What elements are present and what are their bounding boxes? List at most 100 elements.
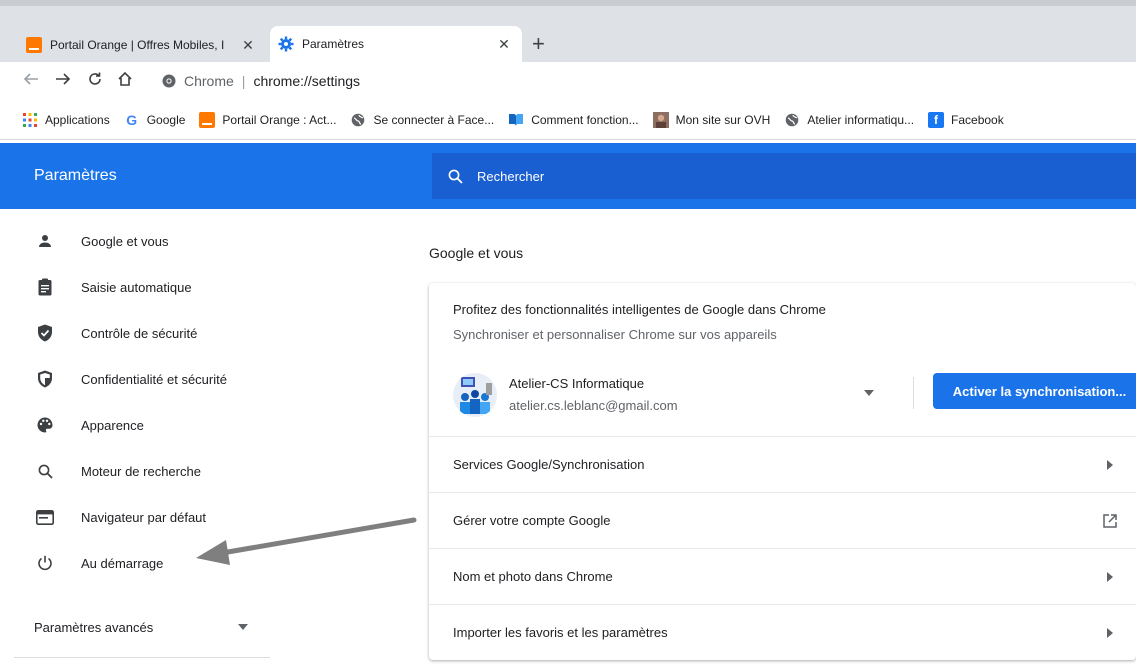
url-separator: | — [241, 73, 246, 89]
book-icon — [508, 112, 524, 128]
activate-sync-button[interactable]: Activer la synchronisation... — [933, 373, 1136, 409]
bookmark-google[interactable]: G Google — [124, 112, 186, 128]
sidebar-item-label: Confidentialité et sécurité — [81, 371, 227, 387]
bookmark-atelier-informatique[interactable]: Atelier informatiqu... — [784, 112, 914, 128]
bookmarks-bar: Applications G Google Portail Orange : A… — [0, 100, 1136, 140]
bookmark-label: Google — [146, 112, 186, 127]
site-label: Chrome — [184, 73, 234, 89]
advanced-label: Paramètres avancés — [34, 619, 154, 635]
sidebar-item-label: Au démarrage — [81, 555, 164, 571]
bookmark-label: Mon site sur OVH — [675, 112, 771, 127]
apps-grid-icon — [22, 112, 38, 128]
gear-icon — [278, 36, 294, 52]
row-gerer-compte[interactable]: Gérer votre compte Google — [429, 492, 1136, 548]
sidebar-item-navigateur-defaut[interactable]: Navigateur par défaut — [0, 494, 380, 540]
chrome-icon — [162, 74, 176, 88]
forward-button[interactable] — [52, 70, 74, 92]
bookmark-label: Facebook — [951, 112, 1004, 127]
sidebar-item-label: Apparence — [81, 417, 144, 433]
sync-promo-subtitle: Synchroniser et personnaliser Chrome sur… — [453, 327, 777, 342]
section-title: Google et vous — [429, 245, 524, 261]
account-row: Atelier-CS Informatique atelier.cs.lebla… — [453, 373, 1136, 427]
sidebar-item-moteur-recherche[interactable]: Moteur de recherche — [0, 448, 380, 494]
settings-header: Paramètres — [0, 143, 432, 209]
window-top-edge — [0, 0, 1136, 6]
advanced-settings-toggle[interactable]: Paramètres avancés — [34, 607, 274, 647]
sidebar-item-google-et-vous[interactable]: Google et vous — [0, 218, 380, 264]
search-input[interactable]: Rechercher — [432, 153, 1136, 199]
bookmark-facebook[interactable]: f Facebook — [928, 111, 1004, 128]
shield-half-icon — [35, 369, 55, 389]
sync-promo-title: Profitez des fonctionnalités intelligent… — [453, 302, 826, 317]
row-label: Services Google/Synchronisation — [453, 457, 645, 472]
page-title: Paramètres — [34, 167, 117, 184]
sidebar-item-label: Contrôle de sécurité — [81, 325, 198, 341]
home-icon — [118, 71, 132, 86]
photo-icon — [652, 111, 669, 128]
sidebar-item-confidentialite[interactable]: Confidentialité et sécurité — [0, 356, 380, 402]
search-icon — [35, 461, 55, 481]
row-services-google[interactable]: Services Google/Synchronisation — [429, 436, 1136, 492]
bookmark-label: Applications — [45, 112, 110, 127]
orange-icon — [26, 37, 42, 53]
settings-header-search-area: Rechercher — [432, 143, 1136, 209]
arrow-right-icon — [56, 73, 71, 85]
tab-title: Portail Orange | Offres Mobiles, I — [50, 38, 225, 52]
google-et-vous-card: Profitez des fonctionnalités intelligent… — [429, 283, 1136, 660]
row-importer-favoris[interactable]: Importer les favoris et les paramètres — [429, 604, 1136, 660]
bookmark-comment-fonction[interactable]: Comment fonction... — [508, 112, 639, 128]
reload-button[interactable] — [84, 70, 106, 92]
bookmark-applications[interactable]: Applications — [22, 112, 110, 128]
new-tab-button[interactable]: + — [532, 30, 545, 58]
bookmark-se-connecter[interactable]: Se connecter à Face... — [350, 112, 494, 128]
sidebar-item-label: Navigateur par défaut — [81, 509, 207, 525]
sidebar-divider — [14, 657, 270, 658]
close-icon[interactable]: ✕ — [496, 36, 512, 53]
tab-strip: Portail Orange | Offres Mobiles, I ✕ Par… — [0, 0, 1136, 62]
vertical-separator — [913, 377, 914, 409]
chevron-down-icon — [864, 390, 874, 396]
address-bar[interactable]: Chrome | chrome://settings — [162, 68, 1122, 94]
sidebar-item-apparence[interactable]: Apparence — [0, 402, 380, 448]
facebook-icon: f — [928, 111, 945, 128]
url-text: chrome://settings — [253, 73, 361, 89]
arrow-left-icon — [23, 73, 38, 85]
browser-window-icon — [35, 507, 55, 527]
orange-icon — [199, 111, 216, 128]
chevron-right-icon — [1098, 453, 1122, 477]
sidebar-item-saisie-automatique[interactable]: Saisie automatique — [0, 264, 380, 310]
account-dropdown[interactable] — [861, 385, 877, 401]
person-icon — [35, 231, 55, 251]
bookmark-label: Portail Orange : Act... — [222, 112, 337, 127]
settings-sidebar: Google et vous Saisie automatique Contrô… — [0, 209, 380, 672]
row-label: Gérer votre compte Google — [453, 513, 611, 528]
browser-toolbar: Chrome | chrome://settings — [0, 62, 1136, 100]
chevron-right-icon — [1098, 565, 1122, 589]
external-link-icon — [1098, 509, 1122, 533]
close-icon[interactable]: ✕ — [240, 37, 256, 54]
row-nom-photo[interactable]: Nom et photo dans Chrome — [429, 548, 1136, 604]
bookmark-label: Atelier informatiqu... — [807, 112, 915, 127]
bookmark-mon-site-ovh[interactable]: Mon site sur OVH — [652, 111, 771, 128]
account-email: atelier.cs.leblanc@gmail.com — [509, 398, 678, 413]
globe-icon — [784, 112, 800, 128]
clipboard-icon — [35, 277, 55, 297]
tab-portail-orange[interactable]: Portail Orange | Offres Mobiles, I ✕ — [26, 28, 266, 62]
back-button[interactable] — [20, 70, 42, 92]
search-placeholder: Rechercher — [477, 168, 545, 184]
row-label: Importer les favoris et les paramètres — [453, 625, 668, 640]
bookmark-label: Se connecter à Face... — [373, 112, 495, 127]
sidebar-item-controle-securite[interactable]: Contrôle de sécurité — [0, 310, 380, 356]
tab-parametres[interactable]: Paramètres ✕ — [270, 26, 522, 62]
sidebar-item-au-demarrage[interactable]: Au démarrage — [0, 540, 380, 586]
palette-icon — [35, 415, 55, 435]
reload-icon — [89, 72, 101, 85]
chevron-down-icon — [238, 624, 248, 630]
sidebar-item-label: Moteur de recherche — [81, 463, 201, 479]
bookmark-label: Comment fonction... — [531, 112, 639, 127]
sidebar-item-label: Saisie automatique — [81, 279, 192, 295]
home-button[interactable] — [114, 70, 136, 92]
avatar — [453, 373, 497, 417]
bookmark-portail-orange[interactable]: Portail Orange : Act... — [199, 111, 337, 128]
tab-title: Paramètres — [302, 37, 365, 51]
